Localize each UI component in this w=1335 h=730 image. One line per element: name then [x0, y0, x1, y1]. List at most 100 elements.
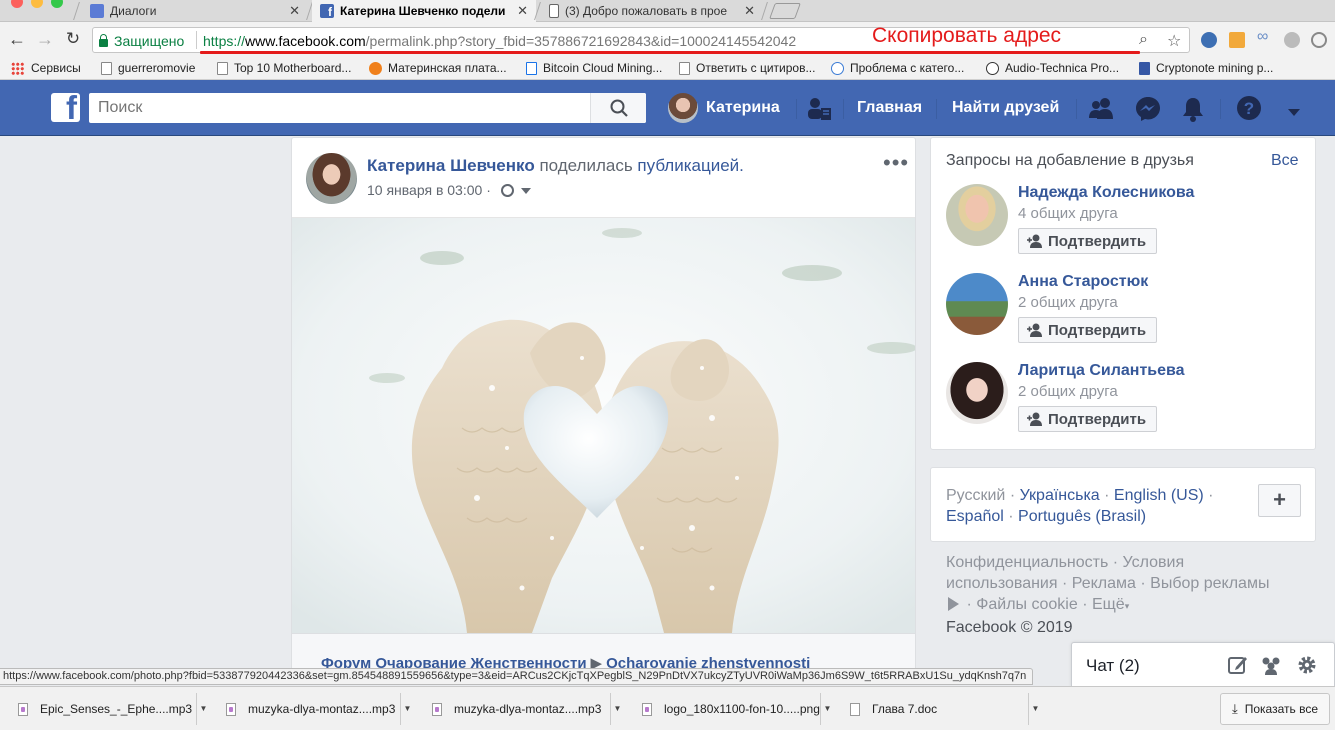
show-all-downloads-button[interactable]: ⤓ Показать все — [1220, 693, 1330, 725]
bookmark-item[interactable]: Top 10 Motherboard... — [217, 61, 351, 75]
author-name-link[interactable]: Катерина Шевченко — [367, 156, 535, 175]
footer-link[interactable]: Ещё — [1092, 596, 1125, 613]
download-item[interactable]: Epic_Senses_-_Ephe....mp3 ▼ — [4, 693, 210, 725]
close-icon[interactable]: ✕ — [744, 3, 755, 19]
bitcoin-site-icon — [526, 61, 537, 75]
footer-link[interactable]: Выбор рекламы — [1150, 575, 1269, 592]
search-input[interactable] — [89, 93, 646, 123]
extension-infinity-icon[interactable]: ∞ — [1257, 28, 1273, 45]
avatar[interactable] — [946, 362, 1008, 424]
close-icon[interactable]: ✕ — [289, 3, 300, 19]
extension-cloud-icon[interactable] — [1284, 32, 1300, 48]
friend-name-link[interactable]: Надежда Колесникова — [1018, 184, 1194, 202]
bookmark-label: Audio-Technica Pro... — [1005, 61, 1120, 75]
chevron-down-icon[interactable]: ▼ — [820, 693, 834, 725]
bookmark-item[interactable]: guerreromovie — [101, 61, 195, 75]
friend-requests-icon[interactable] — [1089, 97, 1115, 124]
bookmark-item[interactable]: Bitcoin Cloud Mining... — [526, 61, 662, 75]
avatar[interactable] — [946, 184, 1008, 246]
see-all-link[interactable]: Все — [1271, 152, 1299, 170]
minimize-window-button[interactable] — [31, 0, 43, 8]
site-icon — [831, 61, 844, 75]
close-window-button[interactable] — [11, 0, 23, 8]
friend-name-link[interactable]: Ларитца Силантьева — [1018, 362, 1185, 380]
find-friends-icon[interactable] — [806, 97, 832, 126]
new-message-icon[interactable] — [1228, 655, 1248, 680]
download-filename: Глава 7.doc — [872, 702, 938, 716]
confirm-button[interactable]: Подтвердить — [1018, 406, 1158, 432]
confirm-button[interactable]: Подтвердить — [1018, 317, 1158, 343]
bookmark-item[interactable]: Ответить с цитиров... — [679, 61, 815, 75]
download-item[interactable]: logo_180x1100-fon-10.....png ▼ — [628, 693, 834, 725]
add-language-button[interactable]: + — [1258, 484, 1301, 517]
language-link[interactable]: Português (Brasil) — [1018, 508, 1146, 525]
mutual-friends-text[interactable]: 2 общих друга — [1018, 383, 1118, 400]
extension-power-icon[interactable] — [1311, 32, 1327, 48]
friend-request-item: Надежда Колесникова 4 общих друга Подтве… — [946, 184, 1306, 264]
facebook-logo-icon[interactable]: f — [51, 93, 80, 122]
footer-link[interactable]: Реклама — [1072, 575, 1136, 592]
author-avatar[interactable] — [306, 153, 357, 204]
mutual-friends-text[interactable]: 2 общих друга — [1018, 294, 1118, 311]
notifications-bell-icon[interactable] — [1181, 96, 1205, 127]
download-item[interactable]: Глава 7.doc ▼ — [836, 693, 1042, 725]
zoom-icon[interactable]: ⌕ — [1139, 31, 1148, 49]
tab-facebook-post[interactable]: f Катерина Шевченко подели ✕ — [312, 0, 536, 22]
language-link[interactable]: Українська — [1020, 487, 1100, 504]
timestamp-link[interactable]: 10 января в 03:00 · — [367, 182, 491, 198]
chevron-down-icon[interactable]: ▼ — [610, 693, 624, 725]
nav-home[interactable]: Главная — [857, 99, 922, 117]
privacy-globe-icon[interactable] — [500, 184, 514, 197]
chat-settings-gear-icon[interactable] — [1296, 654, 1318, 681]
friend-name-link[interactable]: Анна Старостюк — [1018, 273, 1148, 291]
more-options-icon[interactable]: ••• — [883, 150, 909, 176]
footer-link[interactable]: Конфиденциальность — [946, 554, 1108, 571]
bookmark-item[interactable]: Материнская плата... — [369, 61, 507, 75]
language-link[interactable]: Español — [946, 508, 1004, 525]
search-button[interactable] — [590, 93, 646, 123]
messenger-icon[interactable] — [1135, 96, 1161, 127]
tab-dialogs[interactable]: Диалоги ✕ — [82, 0, 308, 22]
url-text[interactable]: https://www.facebook.com/permalink.php?s… — [203, 33, 796, 49]
search-icon — [610, 99, 628, 117]
security-indicator[interactable]: Защищено — [99, 33, 184, 49]
privacy-chevron-icon[interactable] — [520, 188, 531, 194]
download-item[interactable]: muzyka-dlya-montaz....mp3 ▼ — [212, 693, 414, 725]
show-all-label: Показать все — [1244, 702, 1318, 716]
footer-link[interactable]: Файлы cookie — [976, 596, 1078, 613]
profile-link[interactable]: Катерина — [668, 93, 793, 123]
facebook-favicon-icon: f — [320, 4, 334, 19]
account-menu-chevron-icon[interactable] — [1287, 104, 1301, 122]
bookmark-apps[interactable]: Сервисы — [11, 61, 81, 75]
extension-off-icon[interactable] — [1229, 32, 1245, 48]
chevron-down-icon[interactable]: ▼ — [400, 693, 414, 725]
bookmark-label: Bitcoin Cloud Mining... — [543, 61, 663, 75]
forward-button[interactable]: → — [34, 28, 56, 50]
download-item[interactable]: muzyka-dlya-montaz....mp3 ▼ — [418, 693, 624, 725]
tab-welcome[interactable]: (3) Добро пожаловать в прое ✕ — [541, 0, 763, 22]
chevron-down-icon[interactable]: ▼ — [196, 693, 210, 725]
confirm-button[interactable]: Подтвердить — [1018, 228, 1158, 254]
mutual-friends-text[interactable]: 4 общих друга — [1018, 205, 1118, 222]
language-link[interactable]: English (US) — [1114, 487, 1204, 504]
bookmark-star-icon[interactable]: ☆ — [1167, 31, 1181, 51]
chevron-down-icon[interactable]: ▼ — [1028, 693, 1042, 725]
close-icon[interactable]: ✕ — [517, 3, 528, 19]
extension-music-icon[interactable] — [1201, 32, 1217, 48]
chat-bar[interactable]: Чат (2) — [1071, 642, 1335, 687]
bookmark-item[interactable]: Проблема с катего... — [831, 61, 964, 75]
nav-find-friends[interactable]: Найти друзей — [952, 99, 1059, 117]
back-button[interactable]: ← — [6, 28, 28, 50]
post-photo[interactable] — [292, 218, 915, 633]
reload-button[interactable]: ↻ — [62, 28, 84, 50]
avatar[interactable] — [946, 273, 1008, 335]
new-tab-button[interactable] — [769, 3, 801, 19]
maximize-window-button[interactable] — [51, 0, 63, 8]
shared-post-link[interactable]: публикацией. — [637, 156, 743, 175]
new-group-icon[interactable] — [1260, 655, 1282, 680]
more-chevron-icon[interactable]: ▾ — [1125, 601, 1130, 611]
download-filename: muzyka-dlya-montaz....mp3 — [248, 702, 396, 716]
bookmark-item[interactable]: Audio-Technica Pro... — [986, 61, 1119, 75]
bookmark-item[interactable]: Cryptonote mining p... — [1139, 61, 1273, 75]
help-icon[interactable]: ? — [1236, 95, 1262, 126]
